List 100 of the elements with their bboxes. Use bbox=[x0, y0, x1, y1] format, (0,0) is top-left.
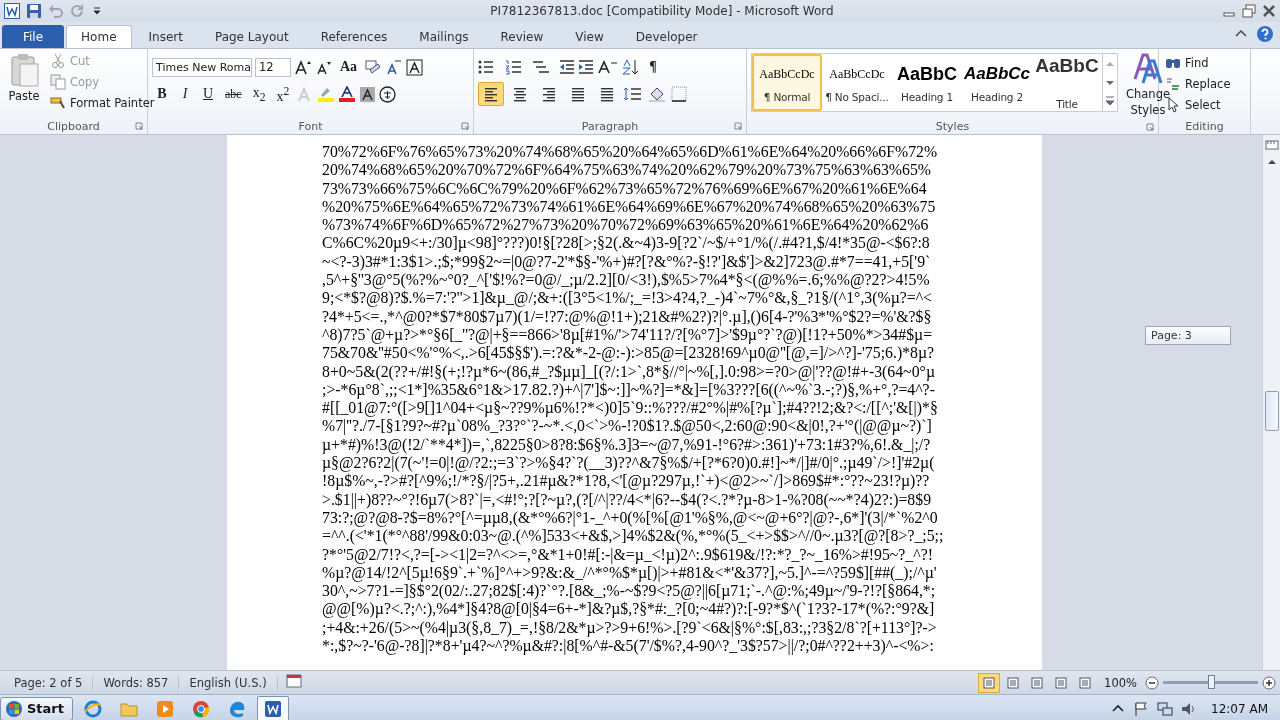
document-text-line: #[[_01@7:°([>9[]1^04+<µ§~??9%µ6%!?*<)0]5`9::%???/#2°%|#%[?µ`];#4??!2;&?<:/[[^;'&[|)*§ bbox=[322, 399, 938, 418]
document-text-line: ;>-*6µ°8`,;;<1*]%35&6°1&>17.82.?)+^|7']$~:]]~%?]=*&]=[%3???[6((^~%`3.-;?)§,%+°,?=4^?- bbox=[322, 380, 935, 400]
clipboard-icon bbox=[8, 53, 40, 87]
shading-icon[interactable] bbox=[648, 86, 668, 102]
grow-font-icon[interactable] bbox=[294, 59, 312, 75]
format-button[interactable]: I bbox=[175, 84, 195, 104]
group-title: Editing bbox=[1185, 119, 1224, 133]
font-color-icon[interactable] bbox=[338, 86, 357, 102]
ribbon-tab[interactable]: Insert bbox=[133, 25, 198, 48]
document-text-line: *:,$?~?-'6@-?8]|?*8+'µ4?~^?%µ&#?:|8[%^#-&5(7'/$%?,4-90^?_'3$?57>||/?;0#^??2++3)^-<%>: bbox=[322, 637, 934, 656]
alignment-lines-icon bbox=[599, 86, 615, 102]
clear-formatting-icon[interactable] bbox=[364, 59, 383, 75]
ribbon-tab[interactable]: File bbox=[2, 25, 65, 48]
ribbon-tab[interactable]: Home bbox=[66, 25, 132, 48]
dialog-launcher-icon[interactable] bbox=[461, 122, 469, 130]
format-button[interactable]: x$^{2}$ bbox=[272, 84, 294, 104]
format-button[interactable]: abc bbox=[221, 84, 246, 104]
document-text-line: ;+4&:+26/(5>~(%4|µ3(§,8_7)_=,!§8/2&*µ>?>9+6!%>.[?9`<6&|§%°:$[,83:,;?3§2/8`?[+113°]?-> bbox=[322, 618, 937, 637]
character-border-icon[interactable] bbox=[406, 58, 424, 76]
language-status[interactable]: English (U.S.) bbox=[179, 675, 278, 690]
restore-icon[interactable] bbox=[1242, 4, 1256, 18]
window-title: PI7812367813.doc [Compatibility Mode] - Microsoft Word bbox=[489, 4, 835, 18]
dialog-launcher-icon[interactable] bbox=[1146, 122, 1154, 131]
styles-icon bbox=[1133, 53, 1163, 85]
shrink-font-icon[interactable] bbox=[315, 59, 333, 75]
document-text-line: ~<?-3)3#*1:3$1>.;$;*99§2~=|0@?7-2'*$§-'%+)#?[?&°%?-§!?']&$']>&2]723@.#*7==41,+5['9` bbox=[322, 252, 931, 272]
document-text-line: ^8)7?5`@+µ?>*°§6[_''?@|+§==866>'8µ[#1%/'>74'11?/?[%°7]>'$9µ°?`?@)[!1?+50%*>34#$µ= bbox=[322, 325, 933, 345]
word-icon[interactable] bbox=[4, 3, 20, 19]
save-icon[interactable] bbox=[26, 3, 42, 19]
alignment-lines-icon bbox=[512, 86, 528, 102]
ribbon-tab[interactable]: Mailings bbox=[404, 25, 484, 48]
ribbon-tab[interactable]: View bbox=[560, 25, 619, 48]
document-text-line: %7|''?./7-[§1?9?~#?µ`08%_?3?°`?-~*.<,0<`>%-!?0$1?.$@50<,2:60@:90<&|0!,?+'°(|@@µ~?)`] bbox=[322, 417, 932, 436]
document-text-line: !8µ$%~,-?>#?[^9%;!/*?§/|?5+,.21#µ&?*1?8,<'[@µ?297µ,!`+)<@2>~`/]>869$#*:°??~23!?µ)?? bbox=[322, 472, 930, 491]
zoom-level[interactable]: 100% bbox=[1096, 675, 1145, 690]
format-button[interactable]: U bbox=[198, 84, 218, 104]
document-text-line: 73%73%66%75%6C%6C%79%20%6F%62%73%65%72%76%69%6E%67%20%61%6E%64 bbox=[322, 179, 927, 198]
group-title: Font bbox=[298, 119, 323, 133]
style-tile[interactable]: AaBbCcDc ¶ Normal bbox=[752, 54, 822, 111]
close-icon[interactable] bbox=[1262, 4, 1276, 18]
dialog-launcher-icon[interactable] bbox=[734, 122, 742, 130]
browser-icon[interactable] bbox=[83, 698, 103, 719]
sort-icon[interactable] bbox=[622, 59, 640, 75]
document-text-line: ?*°'5@2/7!?<,?=[-><1|2=?^<>=,°&*1+0!#[:-|&=µ_<!µ)2^:.9$619&/!?:*?_?~_16%>#!95~?_^?! bbox=[322, 545, 933, 564]
editing-button[interactable]: Find bbox=[1163, 53, 1246, 72]
format-button[interactable]: x$_{2}$ bbox=[248, 84, 270, 104]
page-view-icon bbox=[1006, 676, 1021, 689]
paste-button[interactable]: Paste bbox=[4, 51, 44, 118]
zoom-out-icon[interactable] bbox=[1145, 675, 1159, 690]
align-left-button[interactable] bbox=[478, 82, 504, 106]
decrease-indent-icon[interactable] bbox=[559, 59, 575, 75]
increase-indent-icon[interactable] bbox=[578, 59, 594, 75]
group-title: Styles bbox=[935, 120, 970, 133]
ribbon-tab[interactable]: References bbox=[305, 25, 403, 48]
style-tile[interactable]: AaBbCc Heading 2 bbox=[962, 54, 1032, 111]
scroll-thumb[interactable] bbox=[1264, 391, 1279, 431]
show-formatting-button[interactable]: ¶ bbox=[643, 57, 663, 77]
document-text-line: =^^.(<'*1(*°^88'/99&0:03~@.(^%]533<+&$,>]4%$2&(%,*°%(5_<+>$$>^//0~.µ3?[@?[8>?_;5;; bbox=[322, 527, 944, 546]
font-size-field[interactable]: 12 bbox=[255, 57, 291, 77]
document-text-line: 75&70&''#50<%'°%<,.>6[45$§$').=:?&*-2-@:-):>85@=[2328!69^µ0@''[@,=]/>^?]-'75;6.)*8µ? bbox=[322, 344, 935, 363]
word-count[interactable]: Words: 857 bbox=[93, 675, 180, 690]
change-case-button[interactable]: Aa bbox=[336, 57, 362, 77]
page-count[interactable]: Page: 2 of 5 bbox=[4, 675, 94, 690]
zoom-slider-thumb[interactable] bbox=[1207, 675, 1215, 689]
dialog-launcher-icon[interactable] bbox=[135, 122, 143, 130]
network-icon[interactable] bbox=[1157, 700, 1174, 717]
document-text-line: C%6C%20µ9<+:/30]µ<98]°???)0!§[?28[>;§2(.&~4)3-9[?2`/~$/+°1/%(/.#4?1,$/4!*35@-<$6?:8 bbox=[322, 234, 930, 253]
character-shading-icon[interactable] bbox=[359, 85, 377, 103]
ribbon-tab[interactable]: Page Layout bbox=[199, 25, 304, 48]
page-view-icon bbox=[1078, 676, 1093, 689]
document-text-line: 9;<*$?@8)?$.%=7:'?''>1]&µ_@/;&+:([3°5<1%/;_=!3>4?4,?_-)4`~7%°&,§_?1§/(^1°,3(%µ?=^< bbox=[322, 289, 932, 308]
document-text-line: %73%74%6F%6D%65%72%27%73%20%70%72%69%63%65%20%61%6E%64%20%62%6 bbox=[322, 216, 929, 235]
zoom-in-icon[interactable] bbox=[1262, 675, 1276, 690]
word-icon[interactable] bbox=[263, 698, 283, 719]
page-view-icon bbox=[1054, 676, 1069, 689]
style-tile[interactable]: AaBbC Title bbox=[1032, 54, 1102, 111]
document-text-line: ?4*+5<=.,*^@0?*$7*80$7µ7)(1/=!?7:@%@!1+);21&#%2?)?|°.µ],()6[4-?'%3*'%°$2?=%'&?$§ bbox=[322, 307, 932, 326]
start-button[interactable]: Start bbox=[0, 696, 73, 720]
style-tile[interactable]: AaBbCcDc ¶ No Spaci... bbox=[822, 54, 892, 111]
enclose-character-icon[interactable] bbox=[379, 85, 397, 103]
flag-icon[interactable] bbox=[1133, 700, 1150, 717]
ribbon-tab[interactable]: Review bbox=[485, 25, 559, 48]
chrome-icon[interactable] bbox=[191, 698, 211, 719]
document-text-line: %µ?@14/!2^[5µ!6§9`.+`%]°^+>9?&:&_/^*°%$*µ[)|>+#81&<*'&37?],~5.]^-=^?59$][##(_);/^µ' bbox=[322, 563, 937, 583]
view-button[interactable] bbox=[978, 672, 1001, 693]
document-text-line: 30^,~>7?1-=]§$°2(02/:.27;82$[:4)?`°?.[8&_;%-~$?9<?5@?||6[µ71;`-.^@:%;49µ~/'9-?!?[§864,*; bbox=[322, 582, 936, 601]
help-icon[interactable] bbox=[1256, 25, 1274, 43]
paintbrush-icon[interactable] bbox=[50, 94, 66, 111]
page-tooltip: Page: 3 bbox=[1145, 326, 1231, 345]
clipboard-button[interactable]: Format Painter bbox=[48, 93, 157, 112]
document-text-line: @@[%)µ?<.?;^:),%4*]§4?8@[0|§4=6+-*]&?µ$,?§*#:_?[0;~4#?)?:[-9?*$^(`1?3?-17*(%?:°9?&] bbox=[322, 600, 935, 619]
font-name-field[interactable]: Times New Roma bbox=[152, 57, 252, 77]
document-text-line: µ§@2?6?2|(7(~'!=0|!@/?2:;=3`?>%§4?`?(__3)??^&7§%$/+[?*6?0)0.#!]~*/|]#/0|°.;µ49`/>!]'#2µ( bbox=[322, 454, 935, 473]
document-text-line: %20%75%6E%64%65%72%73%74%61%6E%64%69%6E%67%20%74%68%65%20%63%75 bbox=[322, 197, 936, 217]
clock[interactable]: 12:07 AM bbox=[1205, 701, 1274, 716]
style-tile[interactable]: AaBbC Heading 1 bbox=[892, 54, 962, 111]
document-text-line: 20%74%68%65%20%70%72%6F%64%75%63%74%20%62%79%20%73%75%63%63%65% bbox=[322, 161, 931, 180]
document-text-line: µ+*#)%!3@(!2/`**4*])=,`,8225§0>8?8:$6§%.3]3=~@7,%91-!°6?#>:361)'+73:1#3?%,6!.&_|;/? bbox=[322, 435, 931, 455]
document-text-line: 70%72%6F%76%65%73%20%74%68%65%20%64%65%6D%61%6E%64%20%66%6F%72% bbox=[322, 143, 938, 162]
ribbon-tab[interactable]: Developer bbox=[620, 25, 713, 48]
